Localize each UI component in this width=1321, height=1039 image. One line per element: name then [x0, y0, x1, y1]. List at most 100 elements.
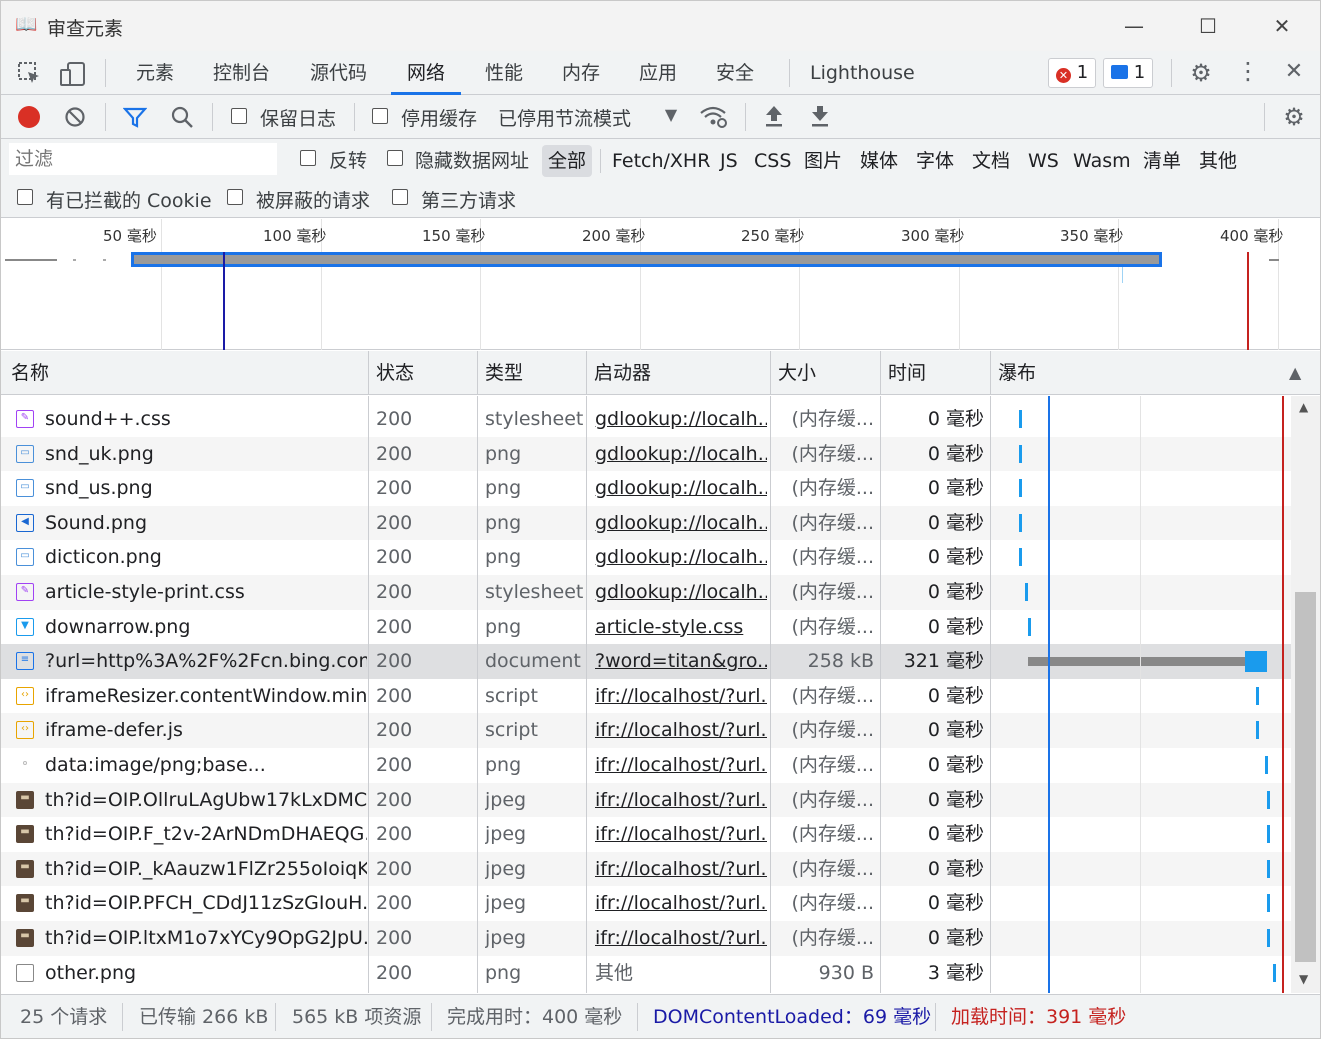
cell-initiator[interactable]: 其他 [595, 956, 767, 990]
column-header-type[interactable]: 类型 [477, 351, 523, 395]
table-row[interactable]: ◀ Sound.png 200 png gdlookup://localh... (内存缓… [1, 505, 1291, 541]
column-header-size[interactable]: 大小 [770, 351, 816, 395]
cell-initiator[interactable]: ifr://localhost/?url... [595, 783, 767, 817]
filter-type-5[interactable]: 图片 [798, 145, 848, 177]
tab-6[interactable]: 内存 [562, 51, 600, 95]
filter-type-6[interactable]: 媒体 [854, 145, 904, 177]
scrollbar-thumb[interactable] [1295, 592, 1316, 962]
blocked-cookies-checkbox[interactable] [17, 189, 33, 205]
table-row[interactable]: ▬ th?id=OIP.ltxM1o7xYCy9OpG2JpU... 200 jpeg… [1, 921, 1291, 956]
sort-ascending-icon[interactable]: ▲ [1289, 363, 1301, 382]
cell-initiator[interactable]: ifr://localhost/?url... [595, 921, 767, 955]
import-har-icon[interactable] [763, 104, 785, 128]
table-row[interactable]: ✎ article-style-print.css 200 stylesheet gdl… [1, 575, 1291, 610]
cell-initiator[interactable]: gdlookup://localh... [595, 575, 767, 609]
tab-7[interactable]: 应用 [639, 51, 677, 95]
filter-icon[interactable] [123, 106, 147, 128]
column-header-time[interactable]: 时间 [880, 351, 926, 395]
close-devtools-icon[interactable]: ✕ [1281, 59, 1307, 84]
vertical-scrollbar[interactable]: ▲ ▼ [1291, 396, 1320, 993]
table-row[interactable]: data:image/png;base... 200 png ifr://localh… [1, 748, 1291, 783]
network-conditions-icon[interactable] [699, 105, 729, 129]
column-header-name[interactable]: 名称 [3, 351, 49, 395]
cell-initiator[interactable]: ifr://localhost/?url... [595, 886, 767, 920]
inspect-element-icon[interactable] [17, 61, 43, 87]
messages-badge[interactable]: 1 [1103, 58, 1154, 88]
disable-cache-checkbox[interactable] [372, 108, 388, 124]
table-row[interactable]: ≡ ?url=http%3A%2F%2Fcn.bing.com... 200 docu… [1, 644, 1291, 679]
filter-type-7[interactable]: 字体 [910, 145, 960, 177]
device-toolbar-icon[interactable] [59, 61, 87, 87]
column-header-initiator[interactable]: 启动器 [586, 351, 651, 395]
tab-9[interactable]: Lighthouse [810, 51, 915, 95]
filter-type-11[interactable]: 清单 [1137, 145, 1187, 177]
hide-data-urls-checkbox[interactable] [387, 150, 403, 166]
maximize-button[interactable]: ☐ [1185, 9, 1231, 43]
minimize-button[interactable]: — [1111, 9, 1157, 43]
tab-1[interactable]: 元素 [136, 51, 174, 95]
throttling-select[interactable]: 已停用节流模式 [498, 104, 631, 131]
table-row[interactable]: ▬ th?id=OIP.F_t2v-2ArNDmDHAEQG... 200 jpeg i… [1, 817, 1291, 852]
scroll-down-arrow-icon[interactable]: ▼ [1299, 972, 1308, 986]
tab-3[interactable]: 源代码 [310, 51, 367, 95]
cell-initiator[interactable]: ifr://localhost/?url... [595, 817, 767, 851]
table-row[interactable]: ▬ th?id=OIP._kAauzw1FlZr255oIoiqK... 200 jp… [1, 851, 1291, 887]
cell-status: 200 [376, 961, 413, 984]
tab-5[interactable]: 性能 [485, 51, 523, 95]
clear-icon[interactable] [64, 106, 86, 128]
settings-gear-icon[interactable]: ⚙ [1187, 59, 1215, 87]
window-title: 审查元素 [47, 18, 124, 40]
cell-initiator[interactable]: ifr://localhost/?url... [595, 748, 767, 782]
overview-timeline[interactable]: 50 毫秒 100 毫秒 150 毫秒 200 毫秒 250 毫秒 300 毫秒 350 毫… [1, 219, 1320, 350]
filter-type-10[interactable]: Wasm [1067, 145, 1137, 177]
cell-initiator[interactable]: gdlookup://localh... [595, 540, 767, 574]
preserve-log-checkbox[interactable] [231, 108, 247, 124]
scroll-up-arrow-icon[interactable]: ▲ [1299, 400, 1308, 414]
filter-type-3[interactable]: JS [714, 145, 744, 177]
filter-type-9[interactable]: WS [1022, 145, 1065, 177]
chevron-down-icon[interactable]: ▼ [661, 105, 681, 124]
cell-initiator[interactable]: gdlookup://localh... [595, 437, 767, 471]
blocked-requests-checkbox[interactable] [227, 189, 243, 205]
table-row[interactable]: other.png 200 png 其他 930 B 3 毫秒 [1, 956, 1291, 991]
table-row[interactable]: ▬ th?id=OIP.OllruLAgUbw17kLxDMC... 200 jpeg… [1, 782, 1291, 818]
cell-initiator[interactable]: gdlookup://localh... [595, 402, 767, 436]
table-row[interactable]: ‹› iframe-defer.js 200 script ifr://localhos… [1, 713, 1291, 748]
cell-initiator[interactable]: ?word=titan&gro... [595, 644, 767, 678]
network-settings-gear-icon[interactable]: ⚙ [1280, 103, 1308, 131]
column-header-waterfall[interactable]: 瀑布 [990, 351, 1036, 395]
cell-initiator[interactable]: ifr://localhost/?url... [595, 852, 767, 886]
tab-4[interactable]: 网络 [391, 51, 462, 95]
cell-initiator[interactable]: gdlookup://localh... [595, 506, 767, 540]
record-icon[interactable] [18, 106, 40, 128]
table-row[interactable]: ▼ downarrow.png 200 png article-style.css (内存… [1, 610, 1291, 645]
filter-type-12[interactable]: 其他 [1193, 145, 1243, 177]
table-row[interactable]: ▭ snd_us.png 200 png gdlookup://localh... (内存… [1, 471, 1291, 506]
close-button[interactable]: ✕ [1259, 9, 1305, 43]
table-row[interactable]: ▭ dicticon.png 200 png gdlookup://localh... (… [1, 540, 1291, 575]
cell-initiator[interactable]: ifr://localhost/?url... [595, 679, 767, 713]
column-header-status[interactable]: 状态 [368, 351, 414, 395]
more-options-icon[interactable]: ⋮ [1235, 57, 1261, 85]
cell-initiator[interactable]: gdlookup://localh... [595, 471, 767, 505]
third-party-checkbox[interactable] [392, 189, 408, 205]
errors-badge[interactable]: ✕ 1 [1048, 58, 1097, 88]
table-row[interactable]: ‹› iframeResizer.contentWindow.min.js 200 s… [1, 679, 1291, 714]
cell-initiator[interactable]: ifr://localhost/?url... [595, 713, 767, 747]
filter-type-8[interactable]: 文档 [966, 145, 1016, 177]
cell-initiator[interactable]: article-style.css [595, 610, 767, 644]
search-icon[interactable] [170, 105, 194, 129]
filter-type-4[interactable]: CSS [748, 145, 797, 177]
table-row[interactable]: ▬ th?id=OIP.PFCH_CDdJ11zSzGIouH... 200 jpeg… [1, 886, 1291, 921]
filter-input[interactable] [9, 143, 277, 175]
table-row[interactable]: ▭ snd_uk.png 200 png gdlookup://localh... (内存… [1, 436, 1291, 472]
filter-type-2[interactable]: Fetch/XHR [606, 145, 716, 177]
invert-checkbox[interactable] [300, 150, 316, 166]
tab-2[interactable]: 控制台 [213, 51, 270, 95]
filter-type-1[interactable]: 全部 [542, 145, 593, 177]
table-row[interactable]: ✎ sound++.css 200 stylesheet gdlookup://loca… [1, 402, 1291, 437]
waterfall-bar [1025, 583, 1028, 601]
export-har-icon[interactable] [809, 104, 831, 128]
tab-8[interactable]: 安全 [716, 51, 754, 95]
cell-status: 200 [376, 511, 413, 534]
